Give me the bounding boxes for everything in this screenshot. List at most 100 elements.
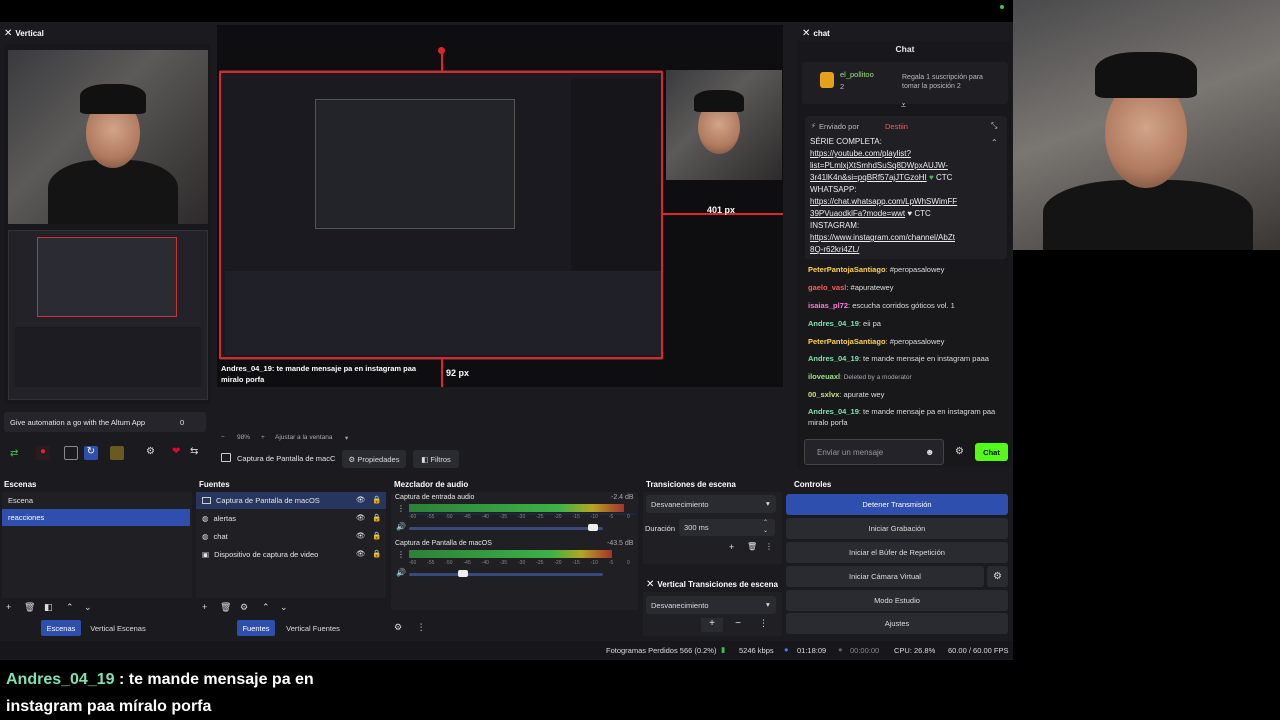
lock-icon[interactable]: 🔒 [372, 495, 381, 504]
trash-icon[interactable]: 🗑 [220, 602, 231, 613]
source-item-camera[interactable]: ▣ Dispositivo de captura de video 👁 🔒 [196, 546, 386, 563]
down-icon[interactable]: ⌄ [84, 602, 92, 613]
pinned-link[interactable]: https://youtube.com/playlist? [810, 148, 990, 160]
pinned-link[interactable]: https://chat.whatsapp.com/LpWhSWimFF [810, 196, 990, 208]
source-item-chat[interactable]: ◍ chat 👁 🔒 [196, 528, 386, 545]
scroll-down-icon[interactable]: ⩡ [901, 100, 906, 111]
studio-mode-button[interactable]: Modo Estudio [786, 590, 1008, 611]
gear-icon[interactable]: ⚙ [240, 602, 248, 613]
altum-banner[interactable]: Give automation a go with the Altum App … [4, 412, 206, 432]
virtual-cam-settings-button[interactable]: ⚙ [987, 566, 1008, 587]
kebab-icon[interactable]: ⋮ [765, 542, 773, 551]
chat-message-user[interactable]: isaias_pl72 [808, 301, 848, 310]
kebab-icon[interactable]: ⋮ [397, 504, 405, 513]
eye-icon[interactable]: 👁 [356, 495, 366, 504]
vertical-transition-select[interactable]: Desvanecimiento ▾ [646, 596, 776, 614]
pinned-link[interactable]: https://www.instagram.com/channel/AbZt [810, 232, 990, 244]
chevron-down-icon[interactable]: ▾ [345, 434, 348, 442]
close-icon[interactable]: ✕ [646, 579, 654, 590]
stream-icon[interactable]: ⇄ [10, 448, 18, 459]
virtualcam-icon[interactable] [110, 446, 124, 460]
swap-icon[interactable]: ⇆ [190, 446, 198, 457]
tab-sources[interactable]: Fuentes [237, 620, 275, 636]
lock-icon[interactable]: 🔒 [372, 549, 381, 558]
stop-stream-button[interactable]: Detener Transmisión [786, 494, 1008, 515]
channel2-volume-thumb[interactable] [458, 570, 469, 577]
pinned-link[interactable]: 39PVuaodklFa?mode=wwt [810, 209, 905, 218]
speaker-icon[interactable]: 🔊 [396, 568, 406, 577]
record-icon[interactable]: ● [36, 446, 50, 460]
close-icon[interactable]: ✕ [802, 28, 810, 39]
chat-message-user[interactable]: PeterPantojaSantiago [808, 337, 886, 346]
minus-icon[interactable]: − [727, 618, 749, 632]
unpin-icon[interactable]: ⤡ [991, 121, 997, 131]
tab-vertical-sources[interactable]: Vertical Fuentes [280, 620, 346, 636]
down-icon[interactable]: ⌄ [280, 602, 288, 613]
filters-button[interactable]: ◧ Filtros [413, 450, 459, 468]
add-icon[interactable]: + [202, 602, 207, 612]
chat-message-user[interactable]: iloveuaxl [808, 372, 840, 381]
rotate-handle[interactable] [438, 47, 445, 54]
gear-icon[interactable]: ⚙ [394, 622, 402, 632]
settings-button[interactable]: Ajustes [786, 613, 1008, 634]
selection-box[interactable] [219, 71, 663, 359]
start-record-button[interactable]: Iniciar Grabación [786, 518, 1008, 539]
scene-item-selected[interactable]: reacciones [2, 509, 190, 526]
lock-icon[interactable]: 🔒 [372, 513, 381, 522]
add-icon[interactable]: + [701, 618, 723, 632]
fit-label[interactable]: Ajustar a la ventana [275, 434, 332, 441]
duration-input[interactable]: 300 ms ⌃ ⌄ [679, 519, 775, 536]
pinned-link[interactable]: 3r41lK4n&si=pqBRf57ajJTGzoHI [810, 173, 927, 182]
studio-icon[interactable] [64, 446, 78, 460]
kebab-icon[interactable]: ⋮ [417, 622, 426, 632]
minus-icon[interactable]: − [221, 434, 225, 441]
chat-message-user[interactable]: PeterPantojaSantiago [808, 265, 886, 274]
chat-message-user[interactable]: Andres_04_19 [808, 354, 859, 363]
pinned-message[interactable]: ⚡ Enviado por Destiin ⤡ ⌃ SÉRIE COMPLETA… [805, 116, 1007, 259]
add-icon[interactable]: + [6, 602, 11, 612]
properties-button[interactable]: ⚙ Propiedades [342, 450, 406, 468]
kebab-icon[interactable]: ⋮ [759, 618, 768, 629]
replay-buffer-button[interactable]: Iniciar el Búfer de Repetición [786, 542, 1008, 563]
gear-icon[interactable]: ⚙ [146, 446, 155, 457]
emoji-icon[interactable]: ☻ [925, 447, 934, 457]
pinned-link[interactable]: 8Q-r62kri4ZL/ [810, 244, 990, 256]
chat-message-user[interactable]: Andres_04_19 [808, 319, 859, 328]
up-icon[interactable]: ⌃ [262, 602, 270, 613]
speaker-icon[interactable]: 🔊 [396, 522, 406, 531]
trash-icon[interactable]: 🗑 [24, 602, 35, 613]
tab-scenes[interactable]: Escenas [41, 620, 81, 636]
vertical-preview[interactable] [4, 44, 210, 404]
scene-item[interactable]: Escena [2, 492, 192, 509]
channel1-volume-track[interactable] [409, 527, 603, 530]
tab-vertical-scenes[interactable]: Vertical Escenas [86, 620, 150, 636]
trash-icon[interactable]: 🗑 [747, 542, 757, 551]
kebab-icon[interactable]: ⋮ [397, 550, 405, 559]
chat-input[interactable]: Enviar un mensaje ☻ [804, 439, 944, 465]
chat-message-user[interactable]: 00_sxlvx [808, 390, 839, 399]
stepper-icon[interactable]: ⌃ ⌄ [763, 519, 768, 535]
channel1-volume-thumb[interactable] [588, 524, 599, 531]
lock-icon[interactable]: 🔒 [372, 531, 381, 540]
transition-select[interactable]: Desvanecimiento ▾ [646, 495, 776, 513]
heart-icon[interactable]: ❤ [172, 446, 180, 457]
replay-icon[interactable]: ↻ [84, 446, 98, 460]
eye-icon[interactable]: 👁 [356, 531, 366, 540]
main-preview[interactable]: 401 px 92 px Andres_04_19: te mande mens… [217, 25, 783, 387]
eye-icon[interactable]: 👁 [356, 513, 366, 522]
gift-card[interactable]: el_pollitoo 2 Regala 1 suscripción para … [802, 62, 1008, 104]
chat-message-user[interactable]: Andres_04_19 [808, 407, 859, 416]
filter-icon[interactable]: ◧ [44, 602, 53, 613]
source-item-alerts[interactable]: ◍ alertas 👁 🔒 [196, 510, 386, 527]
chat-message-user[interactable]: gaelo_vasl [808, 283, 846, 292]
eye-icon[interactable]: 👁 [356, 549, 366, 558]
virtual-cam-button[interactable]: Iniciar Cámara Virtual [786, 566, 984, 587]
gear-icon[interactable]: ⚙ [955, 446, 964, 457]
channel2-volume-track[interactable] [409, 573, 603, 576]
up-icon[interactable]: ⌃ [66, 602, 74, 613]
chat-send-button[interactable]: Chat [975, 443, 1008, 461]
pinned-link[interactable]: list=PLmlxjXtSmhdSuSq8DWpxAUJW- [810, 160, 990, 172]
add-icon[interactable]: + [729, 542, 734, 552]
chevron-up-icon[interactable]: ⌃ [991, 138, 998, 147]
plus-icon[interactable]: + [261, 434, 265, 441]
